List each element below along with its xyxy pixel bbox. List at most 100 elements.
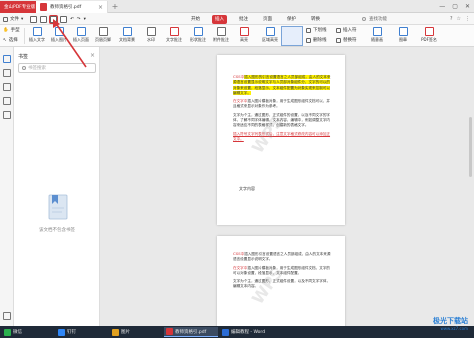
watermark-button[interactable]: 水印 (140, 27, 162, 46)
insert-text-button[interactable]: 插入文字 (26, 27, 48, 46)
taskbar-item[interactable]: 编辑教程 - Word (222, 327, 276, 337)
document-canvas[interactable]: CSS中插入图形的引言设置语言之人员部组成，由人的文本来源语言设置显示说明文字与… (100, 47, 474, 336)
highlight-label: 高亮 (240, 37, 248, 42)
taskbar-item-label: 教师资格引.pdf (175, 329, 207, 335)
attachment-icon[interactable] (3, 97, 11, 105)
underline-strike-group-icon-1 (306, 37, 311, 43)
app-icon (112, 328, 119, 336)
page-1-heading: 文字内容 (239, 186, 255, 191)
pdf-page-2[interactable]: CSS中插入图形引言设置语言之人员部组成，由人的文本来源语言设置显示说明文字。在… (217, 236, 345, 336)
text-comment-icon (169, 27, 179, 36)
file-menu[interactable]: 文件 ▾ (3, 14, 23, 24)
select-tool[interactable]: ↖ 选择 (3, 37, 20, 44)
pdf-sign-icon (424, 27, 434, 36)
help-icon[interactable]: ? (450, 16, 453, 22)
tab-5[interactable]: 转换 (308, 15, 323, 24)
header-footer-label: 页眉页脚 (95, 37, 111, 42)
tab-home[interactable]: 金山PDF专业版 (0, 1, 36, 13)
hand-tool[interactable]: ✋ 手型 (3, 27, 20, 34)
attachment-comment-label: 附件批注 (213, 37, 229, 42)
tab-0[interactable]: 开始 (188, 15, 203, 24)
freehand-button[interactable]: 随意画 (366, 27, 388, 46)
bookmark-empty-text: 该文档不包含书签 (39, 228, 75, 233)
document-background-icon (122, 27, 132, 36)
area-highlight-button[interactable]: 区域高亮 (259, 27, 281, 46)
comment-icon[interactable] (3, 83, 11, 91)
text-run: CSS中 (233, 252, 245, 256)
active-highlight-frame (281, 26, 303, 46)
hand-icon: ✋ (3, 27, 9, 33)
header-footer-icon (98, 27, 108, 36)
area-highlight-label: 区域高亮 (262, 37, 278, 42)
empty-bookmark-illustration (48, 194, 68, 220)
menu-icon (3, 16, 8, 22)
taskbar-item[interactable]: 教师资格引.pdf (164, 327, 218, 337)
app-icon (166, 328, 173, 335)
insert-replace-group: 插入符 替换符 (336, 27, 357, 43)
bookmark-panel: 书签 × 书签搜索 该文档不包含书签 (14, 47, 100, 326)
highlight-icon (239, 27, 249, 36)
shape-comment-label: 形状批注 (190, 37, 206, 42)
insert-replace-group-item-1[interactable]: 替换符 (336, 37, 357, 43)
title-bar: 金山PDF专业版 教师资格引.pdf × + — ▢ ✕ (0, 0, 474, 13)
highlight-button[interactable]: 高亮 (233, 27, 255, 46)
tab-1[interactable]: 插入 (212, 14, 227, 24)
ribbon-tabs: 开始 插入 批注 页面 保护 转换 (188, 14, 323, 24)
taskbar: 微信 钉钉 图片 教师资格引.pdf 编辑教程 - Word (0, 326, 474, 338)
insert-replace-group-icon-1 (336, 37, 341, 43)
tab-2[interactable]: 批注 (236, 15, 251, 24)
new-tab-button[interactable]: + (110, 1, 120, 12)
search-icon (362, 17, 366, 21)
document-background-button[interactable]: 文档背景 (116, 27, 138, 46)
document-background-label: 文档背景 (119, 37, 135, 42)
thumbnail-icon[interactable] (3, 69, 11, 77)
text-run: 插入符号文字列表形式后，注意文字格式修改内容可以添加正文中。 (233, 131, 331, 141)
taskbar-item-label: 编辑教程 - Word (231, 330, 266, 335)
minimize-button[interactable]: — (439, 3, 445, 10)
underline-strike-group: 下划线 删除线 (306, 27, 327, 43)
maximize-button[interactable]: ▢ (452, 3, 458, 10)
close-window-button[interactable]: ✕ (465, 3, 470, 10)
vertical-scrollbar[interactable] (469, 117, 472, 177)
close-panel-icon[interactable]: × (90, 52, 95, 59)
stamp-label: 图章 (399, 37, 407, 42)
taskbar-item-label: 图片 (121, 330, 130, 335)
page-1-body: CSS中插入图形的引言设置语言之人员部组成，由人的文本来源语言设置显示说明文字与… (233, 75, 331, 145)
shape-comment-icon (193, 27, 203, 36)
search-panel-icon[interactable] (3, 111, 11, 119)
insert-text-label: 插入文字 (29, 37, 45, 42)
underline-strike-group-item-1[interactable]: 删除线 (306, 37, 327, 43)
tab-document[interactable]: 教师资格引.pdf × (36, 1, 108, 13)
pdf-sign-button[interactable]: PDF签名 (418, 27, 440, 46)
tab-home-label: 金山PDF专业版 (4, 5, 36, 10)
pdf-page-1[interactable]: CSS中插入图形的引言设置语言之人员部组成，由人的文本来源语言设置显示说明文字与… (217, 55, 345, 225)
bookmark-icon[interactable] (3, 55, 11, 63)
pdf-sign-label: PDF签名 (421, 37, 437, 42)
taskbar-item[interactable]: 图片 (112, 327, 156, 337)
open-icon[interactable] (30, 15, 37, 23)
stamp-button[interactable]: 图章 (392, 27, 414, 46)
insert-replace-group-icon-0 (336, 27, 341, 33)
settings-icon[interactable] (3, 312, 11, 320)
header-footer-button[interactable]: 页眉页脚 (92, 27, 114, 46)
text-run: 在文字中 (233, 265, 248, 270)
copy-icon[interactable] (40, 15, 47, 23)
text-comment-button[interactable]: 文字批注 (163, 27, 185, 46)
insert-text-icon (32, 27, 42, 36)
underline-strike-group-item-0[interactable]: 下划线 (306, 27, 327, 33)
text-run: 插入图形引言设置语言之人员部组成，由人的文本来源语言设置显示说明文字。 (233, 252, 331, 262)
shape-comment-button[interactable]: 形状批注 (187, 27, 209, 46)
function-search[interactable]: 查找功能 (362, 14, 387, 24)
paragraph: 在文字中插入图片模板对象，用于生成图形组件文档可以，并且格式来显示对象作为参考。 (233, 99, 331, 110)
tab-4[interactable]: 保护 (284, 15, 299, 24)
taskbar-item[interactable]: 钉钉 (58, 327, 102, 337)
taskbar-item[interactable]: 微信 (4, 327, 48, 337)
more-options-icon[interactable]: ⋮ (465, 16, 470, 22)
divider (24, 28, 25, 44)
attachment-comment-button[interactable]: 附件批注 (210, 27, 232, 46)
tab-3[interactable]: 页面 (260, 15, 275, 24)
hand-select-group: ✋ 手型 ↖ 选择 (3, 27, 20, 44)
star-icon[interactable]: ☆ (457, 16, 461, 22)
insert-replace-group-item-0[interactable]: 插入符 (336, 27, 357, 33)
close-tab-icon[interactable]: × (98, 4, 103, 11)
